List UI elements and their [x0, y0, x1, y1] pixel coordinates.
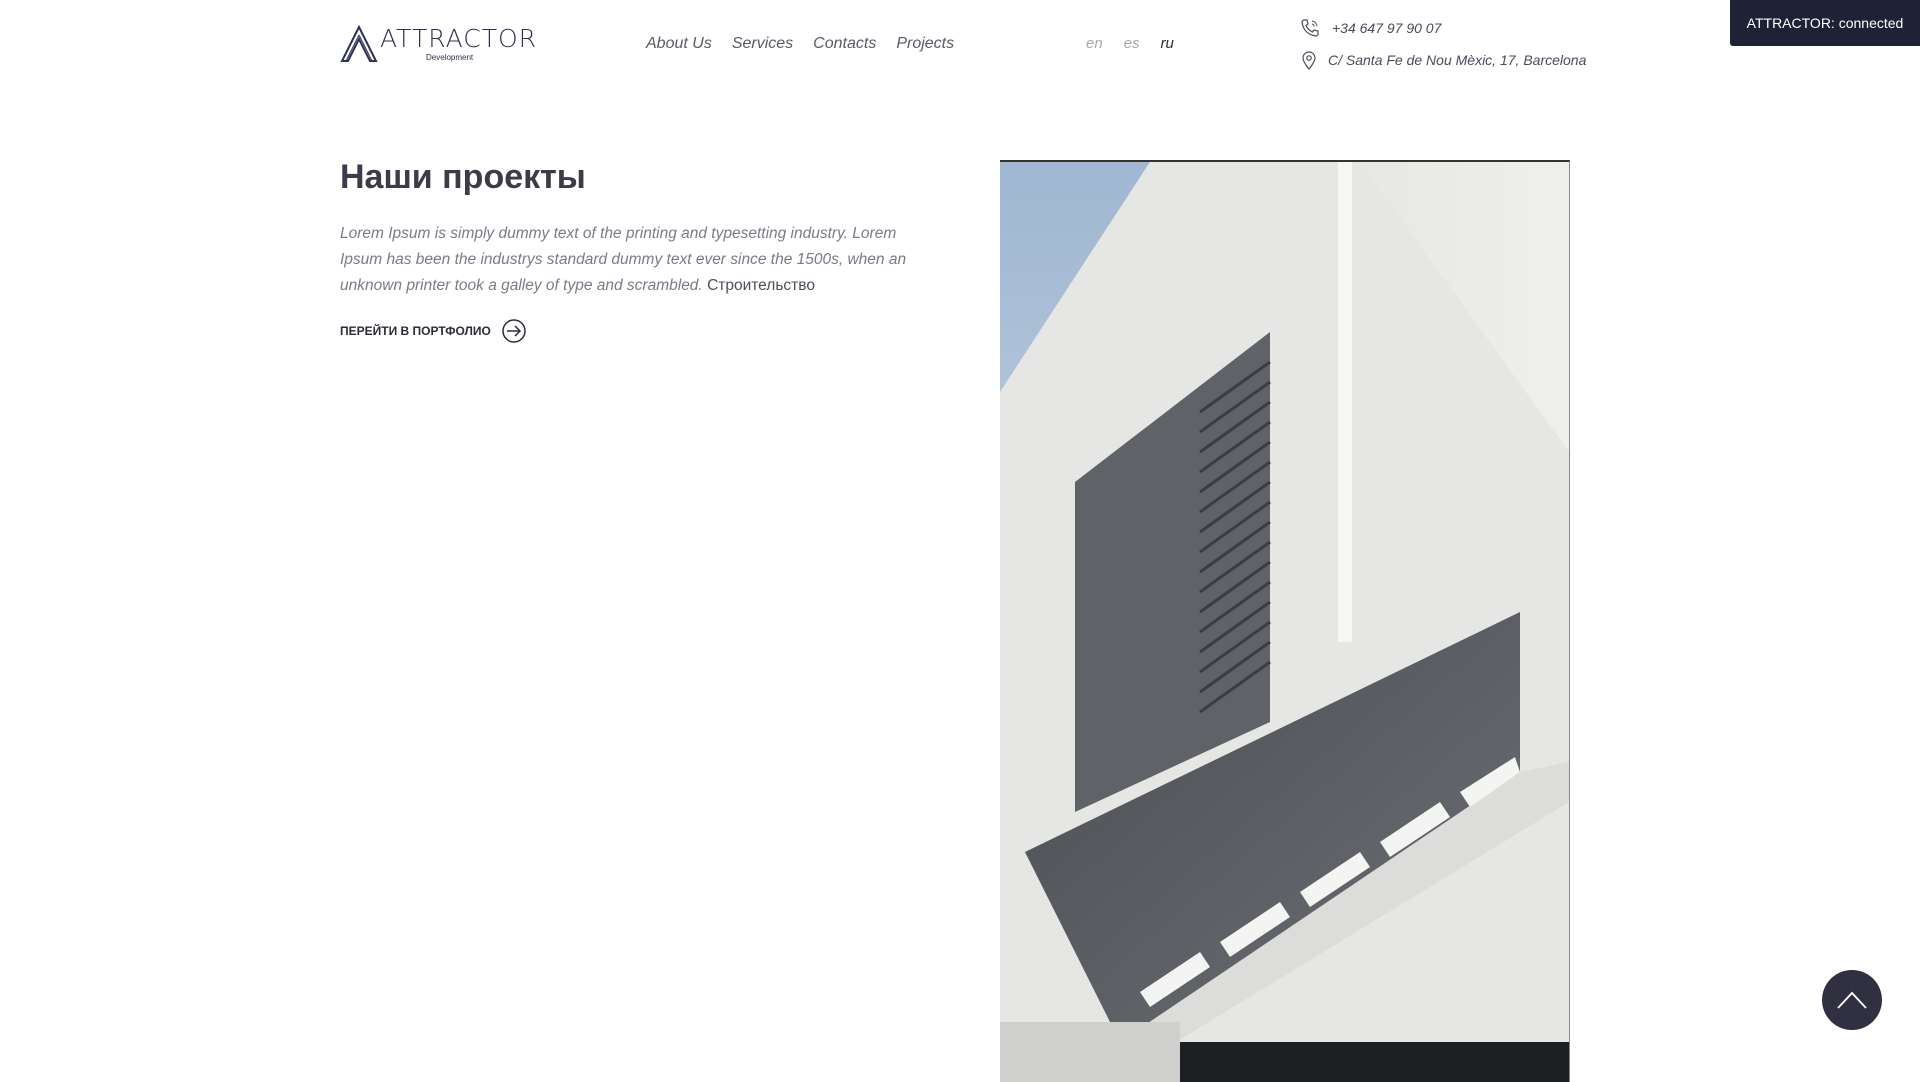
page-title: Наши проекты	[340, 158, 586, 196]
contact-phone[interactable]: +34 647 97 90 07	[1300, 18, 1441, 38]
hero-body-text: Lorem Ipsum is simply dummy text of the …	[340, 225, 907, 294]
language-switcher: en es ru	[1086, 35, 1174, 52]
nav-projects[interactable]: Projects	[896, 35, 954, 53]
arrow-right-circle-icon	[502, 319, 526, 343]
scroll-to-top-button[interactable]	[1822, 970, 1882, 1030]
connection-status-badge: ATTRACTOR: connected	[1730, 0, 1920, 46]
brand-tagline: Development	[426, 53, 474, 62]
lang-ru[interactable]: ru	[1161, 35, 1174, 52]
chevron-up-icon	[1837, 991, 1867, 1009]
phone-icon	[1301, 19, 1319, 37]
category-tag: Строительство	[707, 277, 815, 294]
building-photo	[1000, 162, 1569, 1082]
logo-mark-icon	[340, 25, 378, 62]
nav-services[interactable]: Services	[732, 35, 793, 53]
brand-name: ATTRACTOR	[380, 24, 538, 53]
address-text: C/ Santa Fe de Nou Mèxic, 17, Barcelona	[1328, 52, 1587, 68]
portfolio-link[interactable]: ПЕРЕЙТИ В ПОРТФОЛИО	[340, 318, 527, 344]
brand-logo[interactable]: ATTRACTOR Development	[340, 22, 536, 66]
lang-es[interactable]: es	[1124, 35, 1140, 52]
phone-number[interactable]: +34 647 97 90 07	[1332, 20, 1441, 36]
nav-contacts[interactable]: Contacts	[813, 35, 876, 53]
map-pin-icon	[1302, 51, 1316, 70]
portfolio-link-label: ПЕРЕЙТИ В ПОРТФОЛИО	[340, 324, 491, 338]
main-nav: About Us Services Contacts Projects	[646, 35, 954, 53]
hero-description: Lorem Ipsum is simply dummy text of the …	[340, 221, 940, 299]
project-photo	[1000, 160, 1570, 1082]
nav-about-us[interactable]: About Us	[646, 35, 712, 53]
lang-en[interactable]: en	[1086, 35, 1103, 52]
contact-address: C/ Santa Fe de Nou Mèxic, 17, Barcelona	[1300, 50, 1586, 70]
